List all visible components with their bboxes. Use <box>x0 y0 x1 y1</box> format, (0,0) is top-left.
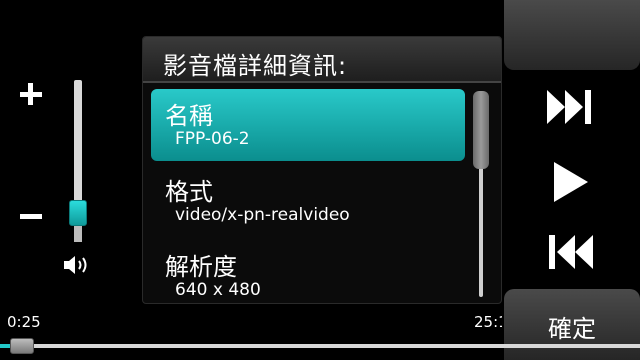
detail-item-name[interactable]: 名稱 FPP-06-2 <box>151 89 465 161</box>
rewind-icon[interactable] <box>545 233 595 275</box>
detail-item-label: 解析度 <box>165 253 237 281</box>
play-icon[interactable] <box>552 160 590 208</box>
volume-down-icon[interactable] <box>20 214 42 219</box>
scrollbar-thumb[interactable] <box>473 91 489 169</box>
volume-slider-handle[interactable] <box>69 200 87 226</box>
speaker-icon <box>62 254 92 276</box>
media-details-dialog: 影音檔詳細資訊: 名稱 FPP-06-2 格式 video/x-pn-realv… <box>142 36 502 304</box>
ok-button[interactable]: 確定 <box>504 289 640 360</box>
options-button[interactable] <box>504 0 640 70</box>
progress-bar[interactable] <box>0 344 640 348</box>
detail-item-value: FPP-06-2 <box>175 129 250 149</box>
dialog-header: 影音檔詳細資訊: <box>143 37 501 83</box>
dialog-title: 影音檔詳細資訊: <box>163 52 348 80</box>
detail-item-value: video/x-pn-realvideo <box>175 205 350 225</box>
total-time: 25:1 <box>474 313 502 331</box>
volume-up-icon[interactable] <box>20 83 42 105</box>
detail-item-format[interactable]: 格式 video/x-pn-realvideo <box>151 165 465 237</box>
detail-item-label: 名稱 <box>165 102 213 130</box>
fast-forward-icon[interactable] <box>545 88 595 130</box>
playback-controls-panel: 確定 <box>502 0 640 360</box>
detail-item-label: 格式 <box>165 178 213 206</box>
detail-item-value: 640 x 480 <box>175 280 261 300</box>
ok-button-label: 確定 <box>548 315 596 343</box>
scrollbar-track[interactable] <box>479 167 483 297</box>
progress-fill <box>0 344 10 348</box>
progress-handle[interactable] <box>10 338 34 354</box>
elapsed-time: 0:25 <box>7 313 41 331</box>
detail-item-resolution[interactable]: 解析度 640 x 480 <box>151 240 465 303</box>
